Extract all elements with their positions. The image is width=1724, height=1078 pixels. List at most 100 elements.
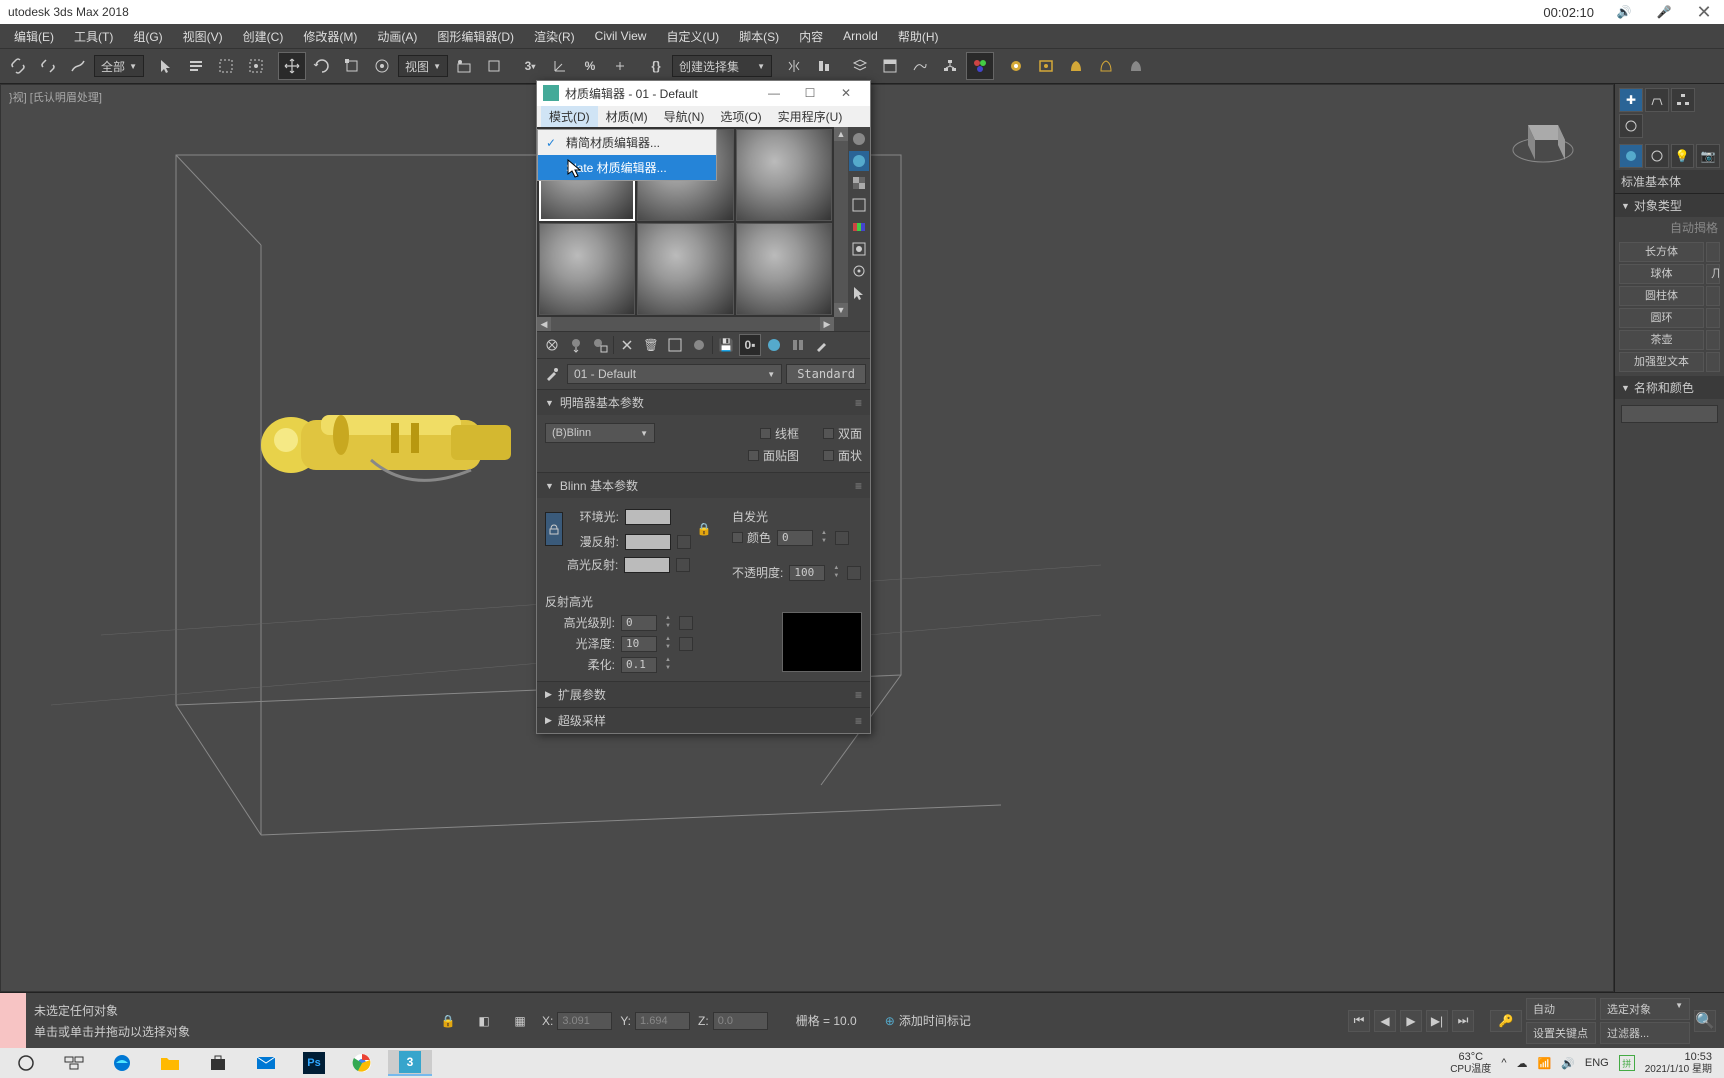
torus-button[interactable]: 圆环: [1619, 308, 1704, 328]
tube-button[interactable]: [1706, 286, 1720, 306]
shader-type-dropdown[interactable]: (B)Blinn▼: [545, 423, 655, 443]
chrome-icon[interactable]: [340, 1050, 384, 1076]
unlink-icon[interactable]: [34, 52, 62, 80]
spec-level-spinner[interactable]: [621, 615, 657, 631]
menu-create[interactable]: 创建(C): [233, 26, 294, 47]
goto-start-icon[interactable]: ⏮: [1348, 1010, 1370, 1032]
key-selected-dropdown[interactable]: 选定对象▼: [1600, 998, 1690, 1020]
mic-off-icon[interactable]: 🎤: [1654, 2, 1674, 22]
put-to-library-icon[interactable]: 🗑: [640, 334, 662, 356]
render-frame-icon[interactable]: [1032, 52, 1060, 80]
scroll-left-icon[interactable]: ◀: [537, 317, 551, 331]
tray-network-icon[interactable]: 📶: [1537, 1057, 1551, 1070]
rotate-icon[interactable]: [308, 52, 336, 80]
named-set-dropdown[interactable]: 创建选择集▼: [672, 55, 772, 77]
put-to-scene-icon[interactable]: [565, 334, 587, 356]
bind-icon[interactable]: [64, 52, 92, 80]
sample-slot-3[interactable]: [736, 129, 832, 221]
reset-map-icon[interactable]: [616, 334, 638, 356]
align-icon[interactable]: [810, 52, 838, 80]
select-by-name-icon[interactable]: [182, 52, 210, 80]
set-key-button[interactable]: 设置关键点: [1526, 1022, 1596, 1044]
opacity-spinner[interactable]: [789, 565, 825, 581]
specular-map-button[interactable]: [676, 558, 690, 572]
ref-coord-dropdown[interactable]: 视图▼: [398, 55, 448, 77]
mat-minimize-icon[interactable]: —: [756, 81, 792, 105]
cameras-subtab-icon[interactable]: 📷: [1696, 144, 1720, 168]
sample-slot-5[interactable]: [637, 223, 733, 315]
menu-group[interactable]: 组(G): [123, 26, 172, 47]
goto-end-icon[interactable]: ⏭: [1452, 1010, 1474, 1032]
material-editor-icon[interactable]: [966, 52, 994, 80]
scale-icon[interactable]: [338, 52, 366, 80]
named-selection-icon[interactable]: {}: [642, 52, 670, 80]
menu-edit[interactable]: 编辑(E): [4, 26, 64, 47]
select-icon[interactable]: [152, 52, 180, 80]
tray-time[interactable]: 10:53: [1645, 1051, 1712, 1063]
snap-toggle-icon[interactable]: 3▾: [516, 52, 544, 80]
tray-chevron-icon[interactable]: ^: [1501, 1057, 1506, 1069]
extended-rollout-header[interactable]: ▶扩展参数 ≡: [537, 682, 870, 707]
geosphere-button[interactable]: 几: [1706, 264, 1720, 284]
glossiness-spinner[interactable]: [621, 636, 657, 652]
teapot-button[interactable]: 茶壶: [1619, 330, 1704, 350]
diffuse-swatch[interactable]: [625, 534, 671, 550]
face-map-checkbox[interactable]: 面贴图: [748, 447, 799, 464]
menu-tools[interactable]: 工具(T): [64, 26, 123, 47]
store-icon[interactable]: [196, 1050, 240, 1076]
show-end-result-icon[interactable]: [688, 334, 710, 356]
si-color-spinner[interactable]: [777, 530, 813, 546]
edge-icon[interactable]: [100, 1050, 144, 1076]
diffuse-map-button[interactable]: [677, 535, 691, 549]
specular-swatch[interactable]: [624, 557, 670, 573]
create-tab-icon[interactable]: ✚: [1619, 88, 1643, 112]
mat-close-icon[interactable]: ✕: [828, 81, 864, 105]
material-name-input[interactable]: 01 - Default▼: [567, 364, 782, 384]
nav-search-icon[interactable]: 🔍: [1694, 1010, 1716, 1032]
menu-views[interactable]: 视图(V): [173, 26, 233, 47]
select-by-mat-icon[interactable]: [849, 283, 869, 303]
next-frame-icon[interactable]: ▶|: [1426, 1010, 1448, 1032]
time-tag-icon[interactable]: ⊕: [885, 1014, 895, 1028]
mail-icon[interactable]: [244, 1050, 288, 1076]
shapes-subtab-icon[interactable]: [1645, 144, 1669, 168]
auto-grid-checkbox[interactable]: 自动揭格: [1615, 217, 1724, 238]
render-production-icon[interactable]: [1062, 52, 1090, 80]
ambient-diffuse-lock-icon[interactable]: [545, 512, 563, 546]
sample-slot-4[interactable]: [539, 223, 635, 315]
motion-tab-icon[interactable]: [1619, 114, 1643, 138]
opacity-map-button[interactable]: [847, 566, 861, 580]
pyramid-button[interactable]: [1706, 308, 1720, 328]
wire-checkbox[interactable]: 线框: [760, 425, 799, 442]
ambient-swatch[interactable]: [625, 509, 671, 525]
manipulate-icon[interactable]: [480, 52, 508, 80]
add-time-tag[interactable]: 添加时间标记: [899, 1012, 971, 1029]
tray-onedrive-icon[interactable]: ☁: [1516, 1057, 1527, 1070]
blinn-rollout-header[interactable]: ▼Blinn 基本参数 ≡: [537, 473, 870, 498]
render-iterative-icon[interactable]: [1092, 52, 1120, 80]
tray-volume-icon[interactable]: 🔊: [1561, 1057, 1575, 1070]
go-forward-icon[interactable]: [787, 334, 809, 356]
material-id-icon[interactable]: [664, 334, 686, 356]
scroll-up-icon[interactable]: ▲: [834, 127, 848, 141]
play-icon[interactable]: ▶: [1400, 1010, 1422, 1032]
show-standard-map-icon[interactable]: 0▪: [739, 334, 761, 356]
3dsmax-task-icon[interactable]: 3: [388, 1050, 432, 1076]
mat-menu-utilities[interactable]: 实用程序(U): [770, 106, 851, 127]
tray-date[interactable]: 2021/1/10 星期: [1645, 1064, 1712, 1075]
preview-icon[interactable]: [849, 239, 869, 259]
viewcube[interactable]: [1503, 95, 1583, 175]
get-material-icon[interactable]: [541, 334, 563, 356]
extra-button[interactable]: [1706, 352, 1720, 372]
mat-menu-navigation[interactable]: 导航(N): [656, 106, 713, 127]
start-menu-icon[interactable]: [4, 1050, 48, 1076]
name-input[interactable]: [1621, 405, 1718, 423]
mat-menu-mode[interactable]: 模式(D): [541, 106, 598, 127]
slate-material-editor-item[interactable]: Slate 材质编辑器...: [538, 155, 716, 180]
z-coord-input[interactable]: [713, 1012, 768, 1030]
cylinder-button[interactable]: 圆柱体: [1619, 286, 1704, 306]
sample-type-icon[interactable]: [849, 129, 869, 149]
sample-scrollbar-v[interactable]: ▲ ▼: [834, 127, 848, 317]
menu-modifiers[interactable]: 修改器(M): [293, 26, 367, 47]
menu-scripting[interactable]: 脚本(S): [729, 26, 789, 47]
